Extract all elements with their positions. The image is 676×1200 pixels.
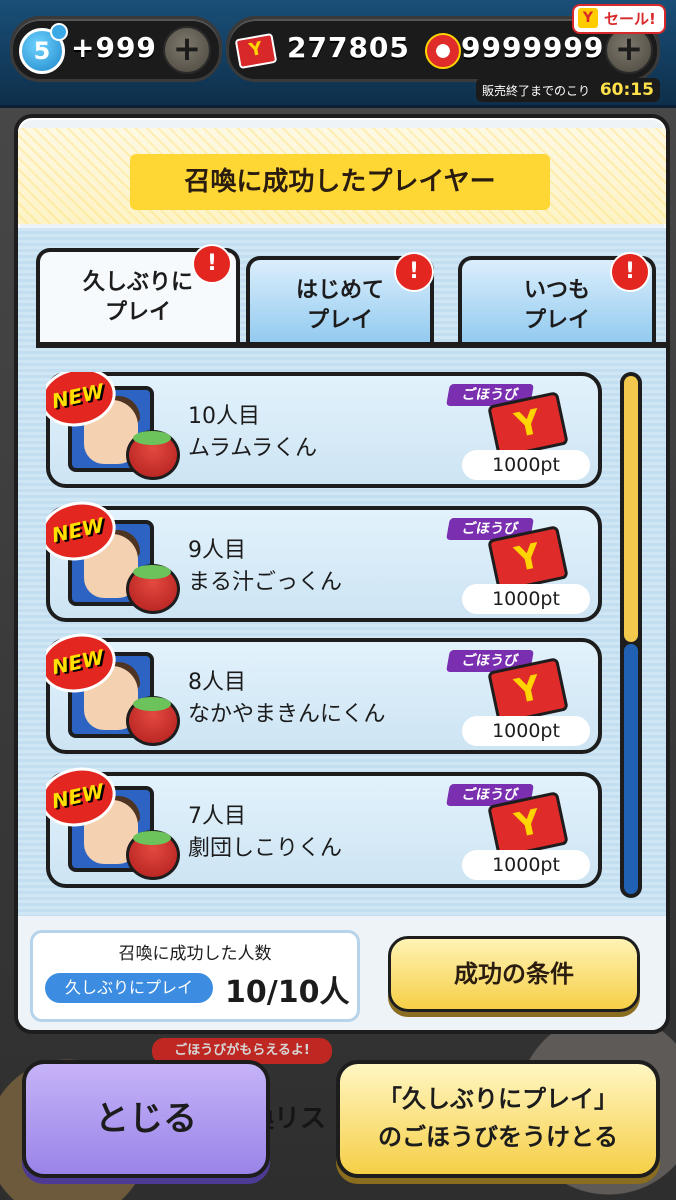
player-name: まる汁ごっくん xyxy=(188,570,343,595)
spirit-tail-icon xyxy=(50,23,68,41)
add-resource-button[interactable]: + xyxy=(163,26,211,74)
player-name: 劇団しこりくん xyxy=(188,836,343,861)
reward-points: 1000pt xyxy=(462,584,590,614)
player-order: 9人目 xyxy=(188,538,246,563)
mascot-icon xyxy=(126,564,180,614)
mascot-icon xyxy=(126,696,180,746)
reward-points: 1000pt xyxy=(462,850,590,880)
reward-points: 1000pt xyxy=(462,716,590,746)
sale-y-icon: Y xyxy=(578,8,598,28)
count-category-tag: 久しぶりにプレイ xyxy=(45,973,213,1003)
count-value: 10/10人 xyxy=(225,975,350,1010)
list-item[interactable]: NEW 7人目 劇団しこりくん ごほうび Y 1000pt xyxy=(46,760,602,888)
points-value: 277805 xyxy=(287,31,410,64)
sale-timer: 販売終了までのこり 60:15 xyxy=(476,78,660,102)
receive-line-2: のごほうびをうけとる xyxy=(378,1123,618,1151)
success-count-box: 召喚に成功した人数 久しぶりにプレイ 10/10人 xyxy=(30,930,360,1022)
player-name: ムラムラくん xyxy=(188,436,318,461)
level-pill: 5 +999 + xyxy=(10,16,222,82)
resource-bar: 5 +999 + Y 277805 9999999 + Y セール! 販売終了ま… xyxy=(0,0,676,108)
tab-long-time[interactable]: 久しぶりに プレイ ! xyxy=(36,244,240,348)
player-order: 8人目 xyxy=(188,670,246,695)
scrollbar-thumb[interactable] xyxy=(624,376,638,642)
summon-success-panel: 召喚に成功したプレイヤー 久しぶりに プレイ ! はじめて プレイ ! いつも … xyxy=(14,114,670,1034)
level-badge: 5 xyxy=(19,23,68,74)
mascot-icon xyxy=(126,430,180,480)
tab-always[interactable]: いつも プレイ ! xyxy=(458,252,656,346)
success-conditions-button[interactable]: 成功の条件 xyxy=(388,936,640,1012)
tab-first-time[interactable]: はじめて プレイ ! xyxy=(246,252,434,346)
gifts-value: 9999999 xyxy=(461,31,605,64)
player-list[interactable]: NEW 10人目 ムラムラくん ごほうび Y 1000pt NEW 9人目 まる… xyxy=(46,372,606,898)
gift-icon xyxy=(425,33,461,69)
sale-badge[interactable]: Y セール! xyxy=(572,4,666,34)
sale-label: セール! xyxy=(604,10,656,28)
count-title: 召喚に成功した人数 xyxy=(118,944,272,964)
level-value: 5 xyxy=(33,37,51,65)
scrollbar-track xyxy=(624,644,638,894)
panel-footer: 召喚に成功した人数 久しぶりにプレイ 10/10人 成功の条件 xyxy=(18,916,666,1030)
receive-line-1: 「久しぶりにプレイ」 xyxy=(378,1085,618,1113)
alert-icon: ! xyxy=(610,252,650,292)
close-button[interactable]: とじる xyxy=(22,1060,270,1178)
list-item[interactable]: NEW 8人目 なかやまきんにくん ごほうび Y 1000pt xyxy=(46,626,602,754)
player-order: 7人目 xyxy=(188,804,246,829)
player-order: 10人目 xyxy=(188,404,260,429)
player-name: なかやまきんにくん xyxy=(188,702,386,727)
title-band: 召喚に成功したプレイヤー xyxy=(18,128,666,224)
y-point-icon: Y xyxy=(234,32,278,70)
timer-label: 販売終了までのこり xyxy=(482,84,591,98)
tab-divider xyxy=(36,342,666,348)
alert-icon: ! xyxy=(394,252,434,292)
list-item[interactable]: NEW 10人目 ムラムラくん ごほうび Y 1000pt xyxy=(46,372,602,488)
reward-points: 1000pt xyxy=(462,450,590,480)
panel-title: 召喚に成功したプレイヤー xyxy=(130,154,550,210)
mascot-icon xyxy=(126,830,180,880)
left-resource-value: +999 xyxy=(71,31,157,64)
timer-value: 60:15 xyxy=(599,80,654,100)
receive-reward-button[interactable]: 「久しぶりにプレイ」 のごほうびをうけとる xyxy=(336,1060,660,1178)
alert-icon: ! xyxy=(192,244,232,284)
list-item[interactable]: NEW 9人目 まる汁ごっくん ごほうび Y 1000pt xyxy=(46,494,602,622)
list-scrollbar[interactable] xyxy=(620,372,642,898)
